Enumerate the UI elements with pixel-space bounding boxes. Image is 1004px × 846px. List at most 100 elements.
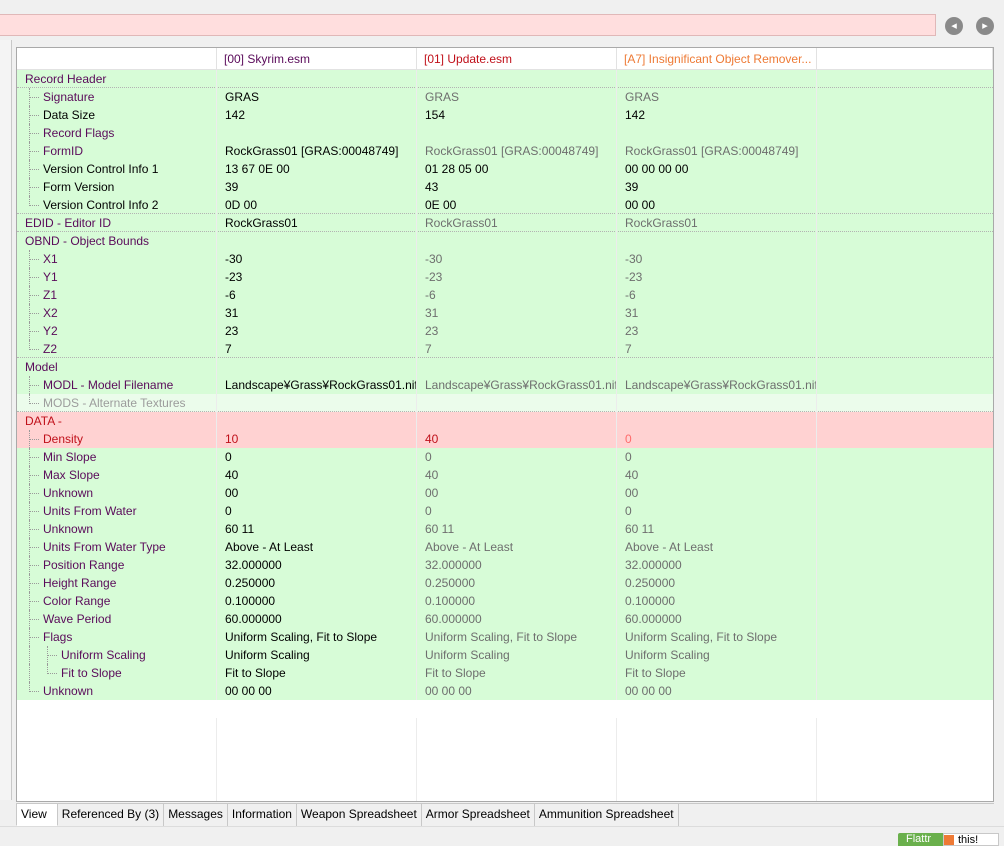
table-row[interactable]: Uniform Scaling Uniform Scaling Uniform … <box>17 646 993 664</box>
cell-blank <box>817 250 993 268</box>
tab-ammunition-spreadsheet[interactable]: Ammunition Spreadsheet <box>534 804 679 826</box>
navigation-tree-edge[interactable] <box>0 40 12 800</box>
table-row[interactable]: Model <box>17 358 993 376</box>
record-view-grid[interactable]: [00] Skyrim.esm [01] Update.esm [A7] Ins… <box>16 47 994 802</box>
cell-plugin: RockGrass01 [GRAS:00048749] <box>617 142 817 160</box>
cell-skyrim: 60 11 <box>217 520 417 538</box>
column-divider <box>216 718 217 801</box>
cell-plugin <box>617 70 817 88</box>
table-row[interactable]: Min Slope 0 0 0 <box>17 448 993 466</box>
table-row[interactable]: Y1 -23 -23 -23 <box>17 268 993 286</box>
row-label: FormID <box>17 142 217 160</box>
table-row[interactable]: X1 -30 -30 -30 <box>17 250 993 268</box>
cell-skyrim: 32.000000 <box>217 556 417 574</box>
table-row[interactable]: Z2 7 7 7 <box>17 340 993 358</box>
cell-skyrim: Fit to Slope <box>217 664 417 682</box>
cell-plugin: -23 <box>617 268 817 286</box>
table-row[interactable]: Y2 23 23 23 <box>17 322 993 340</box>
cell-skyrim: -30 <box>217 250 417 268</box>
cell-plugin: 60 11 <box>617 520 817 538</box>
cell-plugin <box>617 232 817 250</box>
table-row[interactable]: OBND - Object Bounds <box>17 232 993 250</box>
cell-update: 0E 00 <box>417 196 617 214</box>
cell-blank <box>817 106 993 124</box>
table-row[interactable]: Record Flags <box>17 124 993 142</box>
row-label: Units From Water <box>17 502 217 520</box>
row-label: Min Slope <box>17 448 217 466</box>
cell-skyrim: Above - At Least <box>217 538 417 556</box>
cell-update: RockGrass01 [GRAS:00048749] <box>417 142 617 160</box>
table-row[interactable]: Fit to Slope Fit to Slope Fit to Slope F… <box>17 664 993 682</box>
tab-weapon-spreadsheet[interactable]: Weapon Spreadsheet <box>296 804 422 826</box>
table-row[interactable]: Density 10 40 0 <box>17 430 993 448</box>
row-label: Data Size <box>17 106 217 124</box>
table-row[interactable]: DATA - <box>17 412 993 430</box>
table-row[interactable]: Position Range 32.000000 32.000000 32.00… <box>17 556 993 574</box>
tab-view[interactable]: View <box>16 804 58 826</box>
table-row[interactable]: Version Control Info 2 0D 00 0E 00 00 00 <box>17 196 993 214</box>
table-row[interactable]: Unknown 60 11 60 11 60 11 <box>17 520 993 538</box>
table-row[interactable]: MODS - Alternate Textures <box>17 394 993 412</box>
cell-plugin: Above - At Least <box>617 538 817 556</box>
cell-skyrim: GRAS <box>217 88 417 106</box>
tab-referenced-by[interactable]: Referenced By (3) <box>57 804 165 826</box>
table-row[interactable]: Record Header <box>17 70 993 88</box>
back-icon[interactable]: ◂ <box>945 17 963 35</box>
table-row[interactable]: EDID - Editor ID RockGrass01 RockGrass01… <box>17 214 993 232</box>
column-header-field[interactable] <box>17 48 217 70</box>
cell-update <box>417 124 617 142</box>
cell-blank <box>817 628 993 646</box>
cell-update: 60.000000 <box>417 610 617 628</box>
row-label: Unknown <box>17 484 217 502</box>
cell-plugin: 00 00 <box>617 196 817 214</box>
cell-plugin: 31 <box>617 304 817 322</box>
filter-input[interactable] <box>0 14 936 36</box>
row-label: Version Control Info 1 <box>17 160 217 178</box>
table-row[interactable]: Form Version 39 43 39 <box>17 178 993 196</box>
column-header-plugin[interactable]: [A7] Insignificant Object Remover... <box>617 48 817 70</box>
cell-update: -30 <box>417 250 617 268</box>
table-row[interactable]: FormID RockGrass01 [GRAS:00048749] RockG… <box>17 142 993 160</box>
table-row[interactable]: Wave Period 60.000000 60.000000 60.00000… <box>17 610 993 628</box>
column-header-skyrim[interactable]: [00] Skyrim.esm <box>217 48 417 70</box>
cell-plugin <box>617 124 817 142</box>
cell-skyrim: 00 00 00 <box>217 682 417 700</box>
table-row[interactable]: Unknown 00 00 00 00 00 00 00 00 00 <box>17 682 993 700</box>
cell-blank <box>817 196 993 214</box>
table-row[interactable]: X2 31 31 31 <box>17 304 993 322</box>
cell-plugin <box>617 358 817 376</box>
forward-icon[interactable]: ▸ <box>976 17 994 35</box>
row-label: DATA - <box>17 412 217 430</box>
table-row[interactable]: Max Slope 40 40 40 <box>17 466 993 484</box>
row-label: Position Range <box>17 556 217 574</box>
column-header-update[interactable]: [01] Update.esm <box>417 48 617 70</box>
cell-blank <box>817 178 993 196</box>
table-row[interactable]: Units From Water Type Above - At Least A… <box>17 538 993 556</box>
cell-skyrim: 0.250000 <box>217 574 417 592</box>
table-row[interactable]: Signature GRAS GRAS GRAS <box>17 88 993 106</box>
cell-plugin: 0 <box>617 430 817 448</box>
table-row[interactable]: MODL - Model Filename Landscape¥Grass¥Ro… <box>17 376 993 394</box>
cell-update: 0.100000 <box>417 592 617 610</box>
table-row[interactable]: Z1 -6 -6 -6 <box>17 286 993 304</box>
table-row[interactable]: Color Range 0.100000 0.100000 0.100000 <box>17 592 993 610</box>
table-row[interactable]: Height Range 0.250000 0.250000 0.250000 <box>17 574 993 592</box>
row-label: Model <box>17 358 217 376</box>
table-row[interactable]: Units From Water 0 0 0 <box>17 502 993 520</box>
bottom-tab-bar: View Referenced By (3) Messages Information… <box>16 803 994 826</box>
cell-update: 40 <box>417 430 617 448</box>
table-row[interactable]: Flags Uniform Scaling, Fit to Slope Unif… <box>17 628 993 646</box>
table-row[interactable]: Version Control Info 1 13 67 0E 00 01 28… <box>17 160 993 178</box>
cell-skyrim: Uniform Scaling, Fit to Slope <box>217 628 417 646</box>
cell-update: 00 <box>417 484 617 502</box>
tab-information[interactable]: Information <box>227 804 297 826</box>
tab-messages[interactable]: Messages <box>164 804 228 826</box>
table-row[interactable]: Data Size 142 154 142 <box>17 106 993 124</box>
cell-skyrim: 142 <box>217 106 417 124</box>
cell-plugin: 0.250000 <box>617 574 817 592</box>
row-label: Unknown <box>17 682 217 700</box>
cell-update: Uniform Scaling, Fit to Slope <box>417 628 617 646</box>
tab-armor-spreadsheet[interactable]: Armor Spreadsheet <box>421 804 535 826</box>
row-label: Wave Period <box>17 610 217 628</box>
table-row[interactable]: Unknown 00 00 00 <box>17 484 993 502</box>
